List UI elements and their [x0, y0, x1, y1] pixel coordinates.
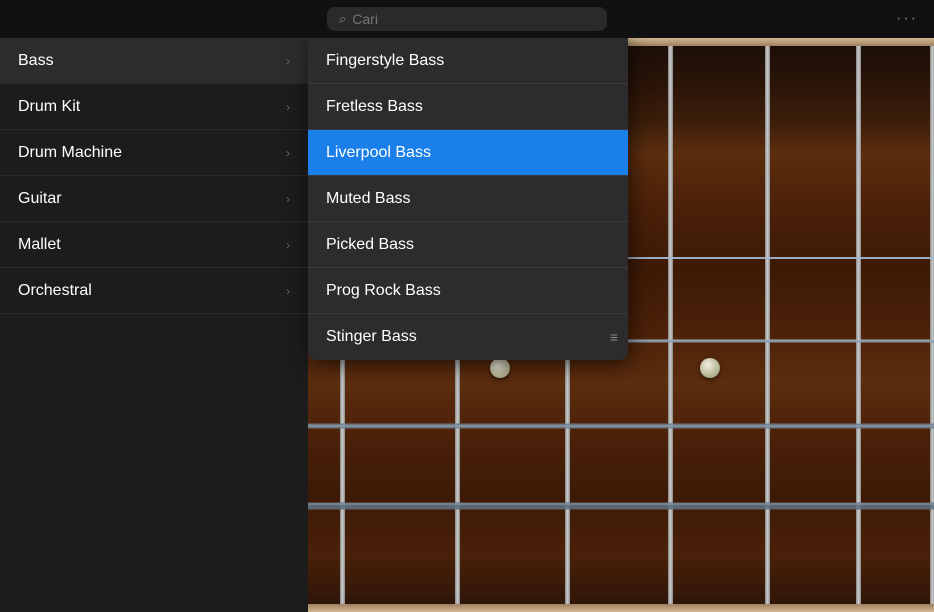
sidebar-item-bass-label: Bass [18, 52, 54, 70]
fret-6 [765, 38, 770, 612]
drummachine-chevron-icon: › [286, 146, 290, 160]
dropdown-item-picked-label: Picked Bass [326, 236, 414, 254]
sidebar-item-orchestral-label: Orchestral [18, 282, 92, 300]
sidebar-item-mallet[interactable]: Mallet › [0, 222, 308, 268]
sidebar-item-drummachine-label: Drum Machine [18, 144, 122, 162]
fret-5 [668, 38, 673, 612]
orchestral-chevron-icon: › [286, 284, 290, 298]
top-bar: ⌕ ··· [0, 0, 934, 38]
dropdown-item-stinger[interactable]: Stinger Bass ≡ [308, 314, 628, 360]
dropdown-item-progrock[interactable]: Prog Rock Bass [308, 268, 628, 314]
dropdown-item-fretless[interactable]: Fretless Bass [308, 84, 628, 130]
bass-chevron-icon: › [286, 54, 290, 68]
sidebar-item-orchestral[interactable]: Orchestral › [0, 268, 308, 314]
guitar-chevron-icon: › [286, 192, 290, 206]
dropdown-item-muted[interactable]: Muted Bass [308, 176, 628, 222]
sidebar-item-drummachine[interactable]: Drum Machine › [0, 130, 308, 176]
sidebar-item-bass[interactable]: Bass › [0, 38, 308, 84]
dropdown-item-picked[interactable]: Picked Bass [308, 222, 628, 268]
search-input[interactable] [352, 11, 572, 27]
mallet-chevron-icon: › [286, 238, 290, 252]
search-icon: ⌕ [339, 11, 346, 27]
sidebar: Bass › Drum Kit › Drum Machine › Guitar … [0, 38, 308, 612]
sidebar-item-drumkit-label: Drum Kit [18, 98, 80, 116]
dropdown-item-muted-label: Muted Bass [326, 190, 410, 208]
dropdown-item-liverpool[interactable]: Liverpool Bass [308, 130, 628, 176]
dropdown-item-fretless-label: Fretless Bass [326, 98, 423, 116]
fret-8 [930, 38, 934, 612]
fret-marker-3 [700, 358, 720, 378]
sidebar-item-guitar-label: Guitar [18, 190, 62, 208]
search-container[interactable]: ⌕ [327, 7, 607, 31]
dropdown-item-fingerstyle-label: Fingerstyle Bass [326, 52, 444, 70]
dropdown-item-liverpool-label: Liverpool Bass [326, 144, 431, 162]
sidebar-item-guitar[interactable]: Guitar › [0, 176, 308, 222]
sidebar-item-mallet-label: Mallet [18, 236, 61, 254]
menu-icon[interactable]: ··· [896, 10, 918, 28]
scroll-indicator: ≡ [610, 329, 618, 345]
drumkit-chevron-icon: › [286, 100, 290, 114]
fret-7 [856, 38, 861, 612]
dropdown-panel: Fingerstyle Bass Fretless Bass Liverpool… [308, 38, 628, 360]
dropdown-item-fingerstyle[interactable]: Fingerstyle Bass [308, 38, 628, 84]
sidebar-item-drumkit[interactable]: Drum Kit › [0, 84, 308, 130]
fret-marker-2 [490, 358, 510, 378]
main-content: Bass › Drum Kit › Drum Machine › Guitar … [0, 38, 934, 612]
dropdown-item-stinger-label: Stinger Bass [326, 328, 417, 346]
dropdown-item-progrock-label: Prog Rock Bass [326, 282, 441, 300]
